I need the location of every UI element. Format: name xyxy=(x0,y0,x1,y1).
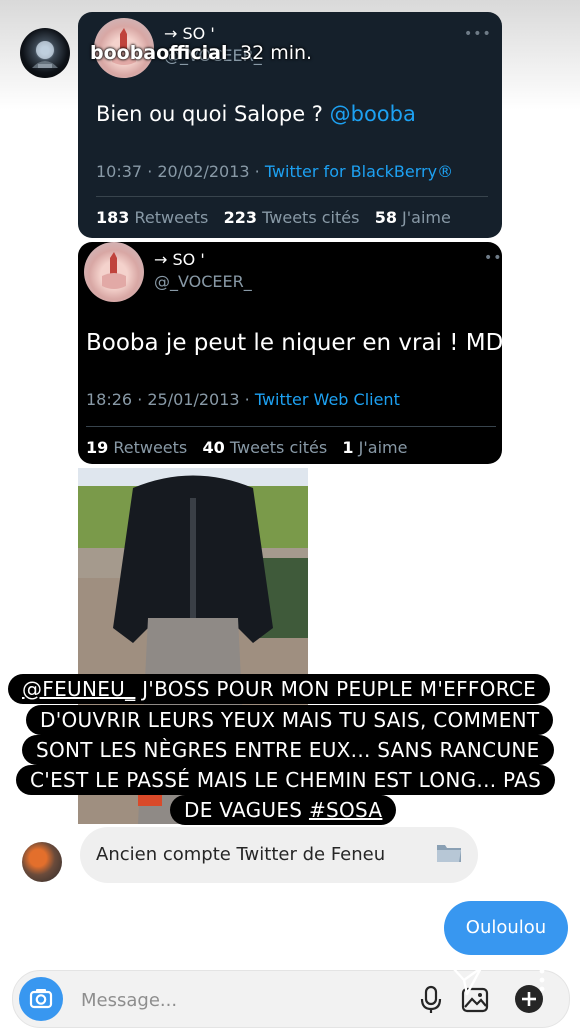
tweet-screenshot-2: → SO ' @_VOCEER_ ••• Booba je peut le ni… xyxy=(78,242,502,464)
divider xyxy=(86,426,496,427)
more-options-icon: ••• xyxy=(484,250,502,266)
microphone-button[interactable] xyxy=(411,979,451,1019)
caption-line-5: DE VAGUES #SOSA xyxy=(170,795,397,825)
caption-hashtag: #SOSA xyxy=(308,798,383,822)
microphone-icon xyxy=(420,985,442,1013)
message-composer xyxy=(12,970,570,1028)
sender-avatar[interactable] xyxy=(22,842,62,882)
camera-icon xyxy=(29,989,53,1009)
caption-line-3: SONT LES NÈGRES ENTRE EUX... SANS RANCUN… xyxy=(22,735,554,765)
tweet-display-name: → SO ' xyxy=(154,250,205,269)
tweet-source: Twitter for BlackBerry® xyxy=(264,162,454,181)
tweet-handle: @_VOCEER_ xyxy=(154,272,252,291)
more-options-icon: ••• xyxy=(464,26,492,42)
folder-icon xyxy=(436,841,462,863)
tweet-meta: 10:37 · 20/02/2013 · Twitter for BlackBe… xyxy=(96,162,454,181)
tweet-text: Booba je peut le niquer en vrai ! MDR xyxy=(86,330,502,356)
caption-mention: @FEUNEU_ xyxy=(22,677,136,701)
received-message-text: Ancien compte Twitter de Feneu xyxy=(96,844,386,865)
caption-line-2: D'OUVRIR LEURS YEUX MAIS TU SAIS, COMMEN… xyxy=(26,705,554,735)
message-input[interactable] xyxy=(79,985,383,1015)
more-vertical-icon[interactable] xyxy=(538,968,546,992)
received-message: Ancien compte Twitter de Feneu xyxy=(80,827,478,883)
tweet-source: Twitter Web Client xyxy=(254,390,400,409)
tweet-author-avatar xyxy=(84,242,144,302)
camera-button[interactable] xyxy=(19,977,63,1021)
caption-line-4: C'EST LE PASSÉ MAIS LE CHEMIN EST LONG..… xyxy=(16,765,556,795)
share-arrow-icon[interactable] xyxy=(450,963,484,997)
caption-line-1: @FEUNEU_ J'BOSS POUR MON PEUPLE M'EFFORC… xyxy=(8,674,551,704)
story-time: 32 min. xyxy=(240,42,313,64)
tweet-display-name: → SO ' xyxy=(164,24,215,43)
story-username[interactable]: boobaofficial xyxy=(90,42,227,64)
divider xyxy=(96,196,488,197)
tweet-stats: 19 Retweets 40 Tweets cités 1 J'aime xyxy=(86,438,408,457)
tweet-mention: @booba xyxy=(329,102,416,126)
tweet-meta: 18:26 · 25/01/2013 · Twitter Web Client xyxy=(86,390,400,409)
story-author-avatar[interactable] xyxy=(20,28,70,78)
sent-message: Ouloulou xyxy=(444,901,568,955)
tweet-stats: 183 Retweets 223 Tweets cités 58 J'aime xyxy=(96,208,451,227)
tweet-text: Bien ou quoi Salope ? @booba xyxy=(96,102,416,126)
